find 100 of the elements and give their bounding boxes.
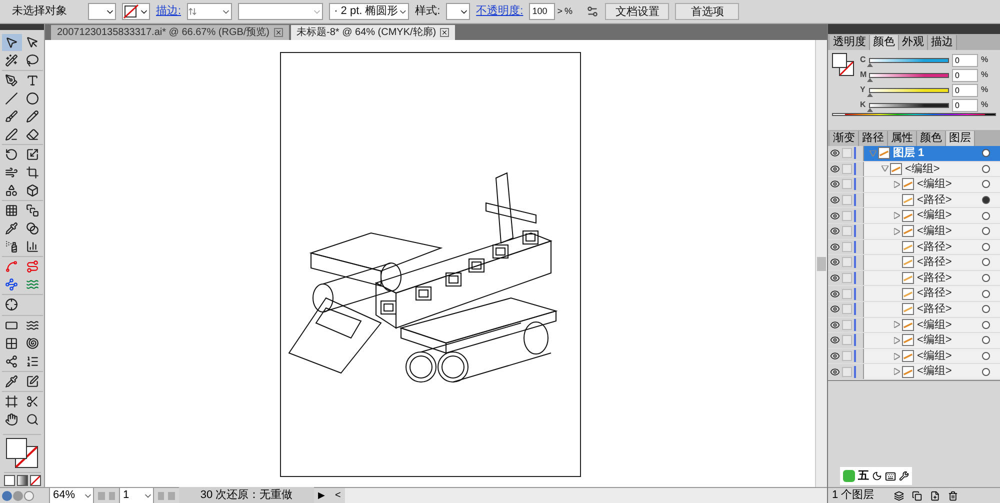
gradient-mode-button[interactable]: [16, 475, 28, 486]
lock-toggle[interactable]: [842, 179, 852, 190]
lock-toggle[interactable]: [842, 257, 852, 268]
variable-width-dropdown[interactable]: [238, 3, 324, 20]
visibility-icon[interactable]: [830, 335, 840, 346]
layer-row[interactable]: <编组>: [828, 348, 1000, 364]
color-mode-button[interactable]: [4, 475, 14, 486]
visibility-icon[interactable]: [830, 351, 840, 362]
lock-toggle[interactable]: [842, 304, 852, 314]
layer-row[interactable]: <编组>: [828, 318, 1000, 334]
lock-toggle[interactable]: [842, 210, 852, 221]
visibility-icon[interactable]: [830, 226, 840, 236]
lock-toggle[interactable]: [842, 320, 852, 330]
collapsed-triangle-icon[interactable]: [894, 336, 900, 344]
target-icon[interactable]: [982, 290, 990, 298]
collapsed-triangle-icon[interactable]: [894, 352, 900, 360]
layer-row[interactable]: <编组>: [828, 224, 1000, 240]
target-icon[interactable]: [982, 212, 990, 220]
channel-value-field[interactable]: 0: [952, 84, 978, 96]
lock-toggle[interactable]: [842, 226, 852, 236]
panel-tab[interactable]: 属性: [888, 131, 917, 146]
channel-value-field[interactable]: 0: [952, 54, 978, 66]
target-icon[interactable]: [982, 274, 990, 282]
close-icon[interactable]: [440, 28, 450, 37]
visibility-icon[interactable]: [830, 273, 840, 284]
document-tab[interactable]: 未标题-8* @ 64% (CMYK/轮廓): [290, 25, 456, 40]
panel-tab[interactable]: 外观: [899, 35, 928, 50]
layer-row[interactable]: <编组>: [828, 162, 1000, 178]
collapsed-triangle-icon[interactable]: [894, 321, 900, 328]
target-icon[interactable]: [982, 149, 990, 158]
locate-object-icon[interactable]: [894, 490, 904, 500]
channel-value-field[interactable]: 0: [952, 68, 978, 82]
layer-row[interactable]: <路径>: [828, 192, 1000, 208]
new-layer-icon[interactable]: [930, 490, 940, 500]
target-icon[interactable]: [982, 368, 990, 376]
brush-dropdown[interactable]: · 2 pt. 椭圆形: [329, 3, 410, 20]
lock-toggle[interactable]: [842, 164, 852, 174]
opacity-field[interactable]: 100: [529, 3, 556, 20]
layer-row[interactable]: <编组>: [828, 208, 1000, 224]
target-filled-icon[interactable]: [982, 196, 990, 204]
lock-toggle[interactable]: [842, 242, 852, 252]
collapsed-triangle-icon[interactable]: [894, 212, 900, 220]
close-icon[interactable]: [274, 28, 283, 37]
isolate-icon[interactable]: [586, 5, 600, 18]
status-menu-button[interactable]: ▶: [318, 488, 325, 502]
vertical-scrollbar[interactable]: [815, 40, 827, 487]
toolbar-button[interactable]: 文档设置: [605, 3, 670, 20]
layer-row[interactable]: <路径>: [828, 302, 1000, 318]
visibility-icon[interactable]: [830, 195, 840, 206]
panel-tab[interactable]: 透明度: [830, 35, 870, 50]
visibility-icon[interactable]: [830, 288, 840, 299]
stroke-link[interactable]: 描边:: [156, 3, 182, 20]
lock-toggle[interactable]: [842, 335, 852, 346]
stroke-swatch-dropdown[interactable]: [122, 3, 150, 20]
target-icon[interactable]: [982, 227, 990, 236]
color-spectrum[interactable]: [832, 113, 996, 116]
panel-tab[interactable]: 颜色: [870, 35, 899, 50]
toolbar-button[interactable]: 首选项: [675, 3, 740, 20]
wrench-icon[interactable]: [899, 471, 909, 481]
lock-toggle[interactable]: [842, 366, 852, 377]
moon-icon[interactable]: [872, 471, 882, 481]
visibility-icon[interactable]: [830, 210, 840, 221]
panel-tab[interactable]: 图层: [946, 131, 975, 146]
panel-tab[interactable]: 颜色: [917, 131, 946, 146]
visibility-icon[interactable]: [830, 257, 840, 268]
input-mode-label[interactable]: 五: [858, 468, 869, 484]
layer-row[interactable]: <路径>: [828, 240, 1000, 256]
target-icon[interactable]: [982, 258, 990, 266]
slider-thumb[interactable]: [867, 92, 873, 96]
slider-thumb[interactable]: [867, 62, 873, 66]
layer-row[interactable]: <路径>: [828, 286, 1000, 302]
expanded-triangle-icon[interactable]: [882, 166, 888, 172]
target-icon[interactable]: [982, 336, 990, 344]
target-icon[interactable]: [982, 320, 990, 329]
stroke-weight-field[interactable]: [187, 3, 232, 20]
visibility-icon[interactable]: [830, 320, 840, 330]
sublayer-icon[interactable]: [912, 490, 922, 500]
target-icon[interactable]: [982, 305, 990, 314]
ime-logo-icon[interactable]: [843, 470, 855, 482]
scroll-left-button[interactable]: <: [335, 488, 341, 503]
horizontal-scrollbar[interactable]: [344, 488, 827, 503]
none-mode-button[interactable]: [30, 475, 40, 486]
lock-toggle[interactable]: [842, 195, 852, 206]
visibility-icon[interactable]: [830, 164, 840, 174]
target-icon[interactable]: [982, 164, 990, 173]
dropdown[interactable]: 1: [119, 487, 154, 503]
target-icon[interactable]: [982, 352, 990, 360]
visibility-icon[interactable]: [830, 304, 840, 314]
layer-row[interactable]: <路径>: [828, 270, 1000, 286]
layer-row[interactable]: <编组>: [828, 364, 1000, 380]
target-icon[interactable]: [982, 180, 990, 188]
visibility-icon[interactable]: [830, 179, 840, 190]
fill-stroke-icon[interactable]: [6, 438, 38, 468]
collapsed-triangle-icon[interactable]: [894, 180, 900, 188]
opacity-link[interactable]: 不透明度:: [476, 3, 524, 20]
fill-swatch-dropdown[interactable]: [88, 3, 116, 20]
target-icon[interactable]: [982, 242, 990, 251]
channel-value-field[interactable]: 0: [952, 98, 978, 112]
panel-tab[interactable]: 渐变: [830, 131, 859, 146]
panel-tab[interactable]: 路径: [859, 131, 888, 146]
